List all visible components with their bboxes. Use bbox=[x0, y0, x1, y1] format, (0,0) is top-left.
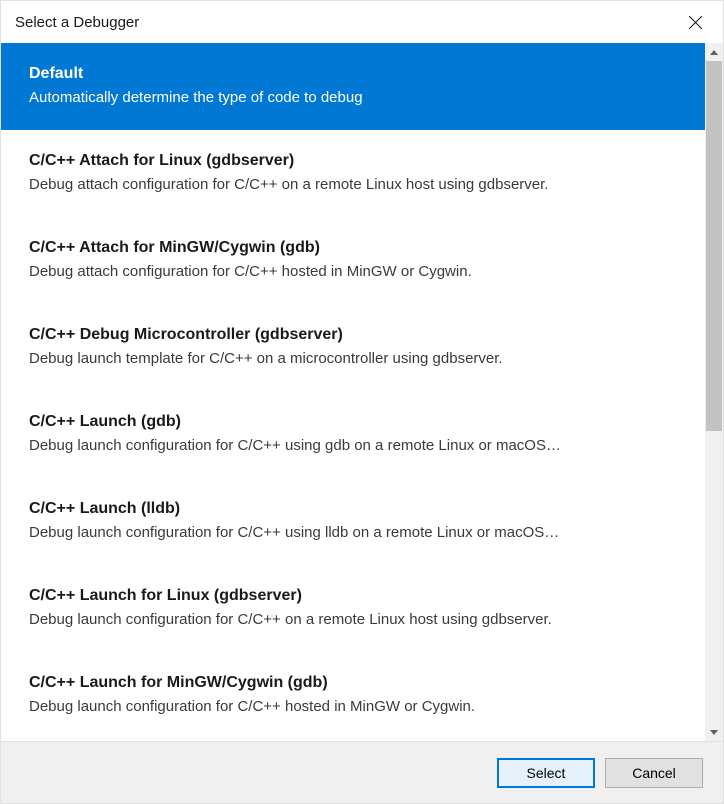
cancel-button[interactable]: Cancel bbox=[605, 758, 703, 788]
close-icon bbox=[689, 16, 702, 29]
debugger-item-desc: Debug attach configuration for C/C++ hos… bbox=[29, 261, 677, 282]
debugger-item-desc: Debug launch configuration for C/C++ usi… bbox=[29, 522, 677, 543]
scrollbar[interactable] bbox=[705, 43, 723, 741]
titlebar: Select a Debugger bbox=[1, 1, 723, 43]
debugger-list-item[interactable]: C/C++ Launch for MinGW/Cygwin (gdb) Debug… bbox=[1, 652, 705, 739]
scrollbar-thumb[interactable] bbox=[706, 61, 722, 431]
debugger-item-title: C/C++ Attach for MinGW/Cygwin (gdb) bbox=[29, 239, 677, 257]
debugger-item-title: C/C++ Debug Microcontroller (gdbserver) bbox=[29, 326, 677, 344]
chevron-down-icon bbox=[710, 730, 718, 735]
select-button[interactable]: Select bbox=[497, 758, 595, 788]
dialog-footer: Select Cancel bbox=[1, 741, 723, 803]
dialog-window: Select a Debugger Default Automatically d… bbox=[0, 0, 724, 804]
debugger-list-item[interactable]: C/C++ Launch (gdb) Debug launch configura… bbox=[1, 391, 705, 478]
debugger-item-desc: Debug attach configuration for C/C++ on … bbox=[29, 174, 677, 195]
scrollbar-up-arrow[interactable] bbox=[705, 43, 723, 61]
debugger-item-title: C/C++ Launch (lldb) bbox=[29, 500, 677, 518]
debugger-item-title: C/C++ Launch for MinGW/Cygwin (gdb) bbox=[29, 674, 677, 692]
debugger-item-desc: Debug launch template for C/C++ on a mic… bbox=[29, 348, 677, 369]
debugger-list-item[interactable]: Default Automatically determine the type … bbox=[1, 43, 705, 130]
chevron-up-icon bbox=[710, 50, 718, 55]
close-button[interactable] bbox=[679, 6, 711, 38]
debugger-item-title: C/C++ Launch for Linux (gdbserver) bbox=[29, 587, 677, 605]
debugger-item-desc: Debug launch configuration for C/C++ on … bbox=[29, 609, 677, 630]
debugger-list-item[interactable]: C/C++ Launch for Linux (gdbserver) Debug … bbox=[1, 565, 705, 652]
debugger-list-item[interactable]: C/C++ Attach for Linux (gdbserver) Debug … bbox=[1, 130, 705, 217]
debugger-item-title: Default bbox=[29, 65, 677, 83]
scrollbar-down-arrow[interactable] bbox=[705, 723, 723, 741]
debugger-item-title: C/C++ Attach for Linux (gdbserver) bbox=[29, 152, 677, 170]
debugger-list-item[interactable]: C/C++ Attach for MinGW/Cygwin (gdb) Debug… bbox=[1, 217, 705, 304]
debugger-list: Default Automatically determine the type … bbox=[1, 43, 705, 741]
debugger-item-desc: Automatically determine the type of code… bbox=[29, 87, 677, 108]
content-area: Default Automatically determine the type … bbox=[1, 43, 723, 741]
debugger-item-title: C/C++ Launch (gdb) bbox=[29, 413, 677, 431]
debugger-list-item[interactable]: C/C++ Launch (lldb) Debug launch configur… bbox=[1, 478, 705, 565]
debugger-list-item[interactable]: C/C++ Debug Microcontroller (gdbserver) D… bbox=[1, 304, 705, 391]
dialog-title: Select a Debugger bbox=[15, 14, 139, 31]
debugger-item-desc: Debug launch configuration for C/C++ hos… bbox=[29, 696, 677, 717]
debugger-item-desc: Debug launch configuration for C/C++ usi… bbox=[29, 435, 677, 456]
